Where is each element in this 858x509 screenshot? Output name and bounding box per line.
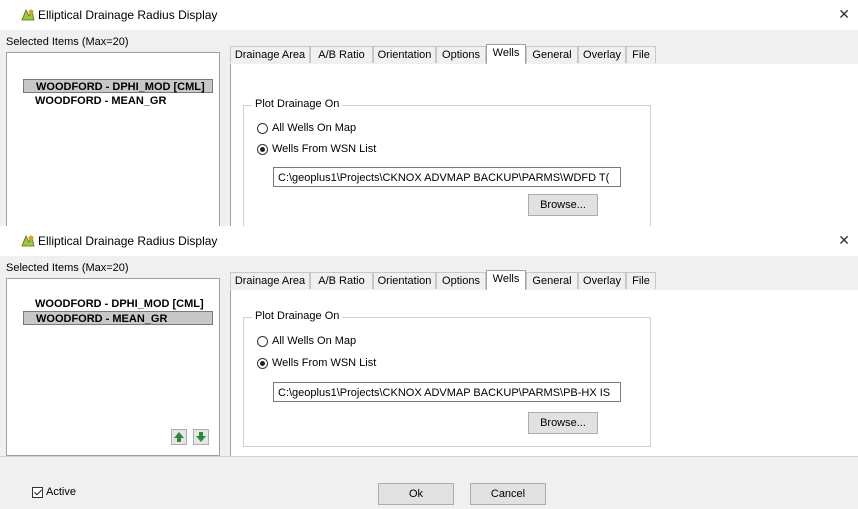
radio-label: All Wells On Map bbox=[272, 335, 357, 347]
dialog-footer: Active Ok Cancel bbox=[0, 456, 858, 509]
browse-button[interactable]: Browse... bbox=[528, 194, 598, 216]
close-icon[interactable]: ✕ bbox=[838, 232, 850, 249]
radio-label: Wells From WSN List bbox=[272, 357, 377, 369]
window-title: Elliptical Drainage Radius Display bbox=[38, 8, 218, 22]
radio-button-selected[interactable] bbox=[257, 357, 268, 369]
radio-label: All Wells On Map bbox=[272, 122, 357, 134]
tab-overlay[interactable]: Overlay bbox=[578, 46, 626, 63]
cancel-button[interactable]: Cancel bbox=[470, 483, 546, 505]
tab-general[interactable]: General bbox=[526, 272, 578, 289]
tab-file[interactable]: File bbox=[626, 46, 656, 63]
tab-drainage-area[interactable]: Drainage Area bbox=[230, 272, 310, 289]
ok-button[interactable]: Ok bbox=[378, 483, 454, 505]
browse-button[interactable]: Browse... bbox=[528, 412, 598, 434]
tab-ab-ratio[interactable]: A/B Ratio bbox=[310, 272, 373, 289]
list-item[interactable]: WOODFORD - DPHI_MOD [CML] bbox=[23, 297, 213, 311]
tab-overlay[interactable]: Overlay bbox=[578, 272, 626, 289]
group-title: Plot Drainage On bbox=[252, 98, 343, 110]
radio-label: Wells From WSN List bbox=[272, 143, 377, 155]
active-checkbox[interactable] bbox=[32, 486, 43, 498]
list-item[interactable]: WOODFORD - MEAN_GR bbox=[23, 311, 213, 325]
tab-drainage-area[interactable]: Drainage Area bbox=[230, 46, 310, 63]
wells-tab-panel: Plot Drainage On All Wells On Map Wells … bbox=[230, 290, 858, 463]
dialog-window-2: Elliptical Drainage Radius Display ✕ Sel… bbox=[0, 226, 858, 509]
tab-options[interactable]: Options bbox=[436, 272, 486, 289]
tab-wells[interactable]: Wells bbox=[486, 270, 526, 291]
close-icon[interactable]: ✕ bbox=[838, 6, 850, 23]
wsn-path-input[interactable]: C:\geoplus1\Projects\CKNOX ADVMAP BACKUP… bbox=[273, 382, 621, 402]
radio-all-wells[interactable]: All Wells On Map bbox=[257, 334, 356, 348]
list-item[interactable]: WOODFORD - DPHI_MOD [CML] bbox=[23, 79, 213, 93]
radio-all-wells[interactable]: All Wells On Map bbox=[257, 121, 356, 135]
list-item[interactable]: WOODFORD - MEAN_GR bbox=[23, 94, 213, 108]
radio-button-selected[interactable] bbox=[257, 143, 268, 155]
tab-file[interactable]: File bbox=[626, 272, 656, 289]
tab-options[interactable]: Options bbox=[436, 46, 486, 63]
radio-wsn-list[interactable]: Wells From WSN List bbox=[257, 356, 376, 370]
tab-ab-ratio[interactable]: A/B Ratio bbox=[310, 46, 373, 63]
wsn-path-input[interactable]: C:\geoplus1\Projects\CKNOX ADVMAP BACKUP… bbox=[273, 167, 621, 187]
radio-button[interactable] bbox=[257, 122, 268, 134]
arrow-down-icon bbox=[196, 432, 206, 442]
tab-bar: Drainage Area A/B Ratio Orientation Opti… bbox=[230, 270, 858, 291]
move-down-button[interactable] bbox=[193, 429, 209, 445]
drainage-app-icon bbox=[21, 9, 35, 21]
selected-items-label: Selected Items (Max=20) bbox=[6, 36, 129, 48]
selected-items-list[interactable]: WOODFORD - DPHI_MOD [CML] WOODFORD - MEA… bbox=[6, 52, 220, 226]
title-bar: Elliptical Drainage Radius Display ✕ bbox=[0, 0, 858, 30]
selected-items-label: Selected Items (Max=20) bbox=[6, 262, 129, 274]
radio-wsn-list[interactable]: Wells From WSN List bbox=[257, 142, 376, 156]
tab-wells[interactable]: Wells bbox=[486, 44, 526, 65]
window-title: Elliptical Drainage Radius Display bbox=[38, 234, 218, 248]
arrow-up-icon bbox=[174, 432, 184, 442]
radio-button[interactable] bbox=[257, 335, 268, 347]
selected-items-list[interactable]: WOODFORD - DPHI_MOD [CML] WOODFORD - MEA… bbox=[6, 278, 220, 456]
tab-bar: Drainage Area A/B Ratio Orientation Opti… bbox=[230, 44, 858, 65]
wells-tab-panel: Plot Drainage On All Wells On Map Wells … bbox=[230, 64, 858, 226]
active-checkbox-row[interactable]: Active bbox=[32, 485, 76, 499]
tab-general[interactable]: General bbox=[526, 46, 578, 63]
tab-orientation[interactable]: Orientation bbox=[373, 272, 436, 289]
active-label: Active bbox=[46, 486, 76, 498]
title-bar: Elliptical Drainage Radius Display ✕ bbox=[0, 226, 858, 256]
group-title: Plot Drainage On bbox=[252, 310, 343, 322]
move-up-button[interactable] bbox=[171, 429, 187, 445]
drainage-app-icon bbox=[21, 235, 35, 247]
tab-orientation[interactable]: Orientation bbox=[373, 46, 436, 63]
dialog-window-1: Elliptical Drainage Radius Display ✕ Sel… bbox=[0, 0, 858, 226]
